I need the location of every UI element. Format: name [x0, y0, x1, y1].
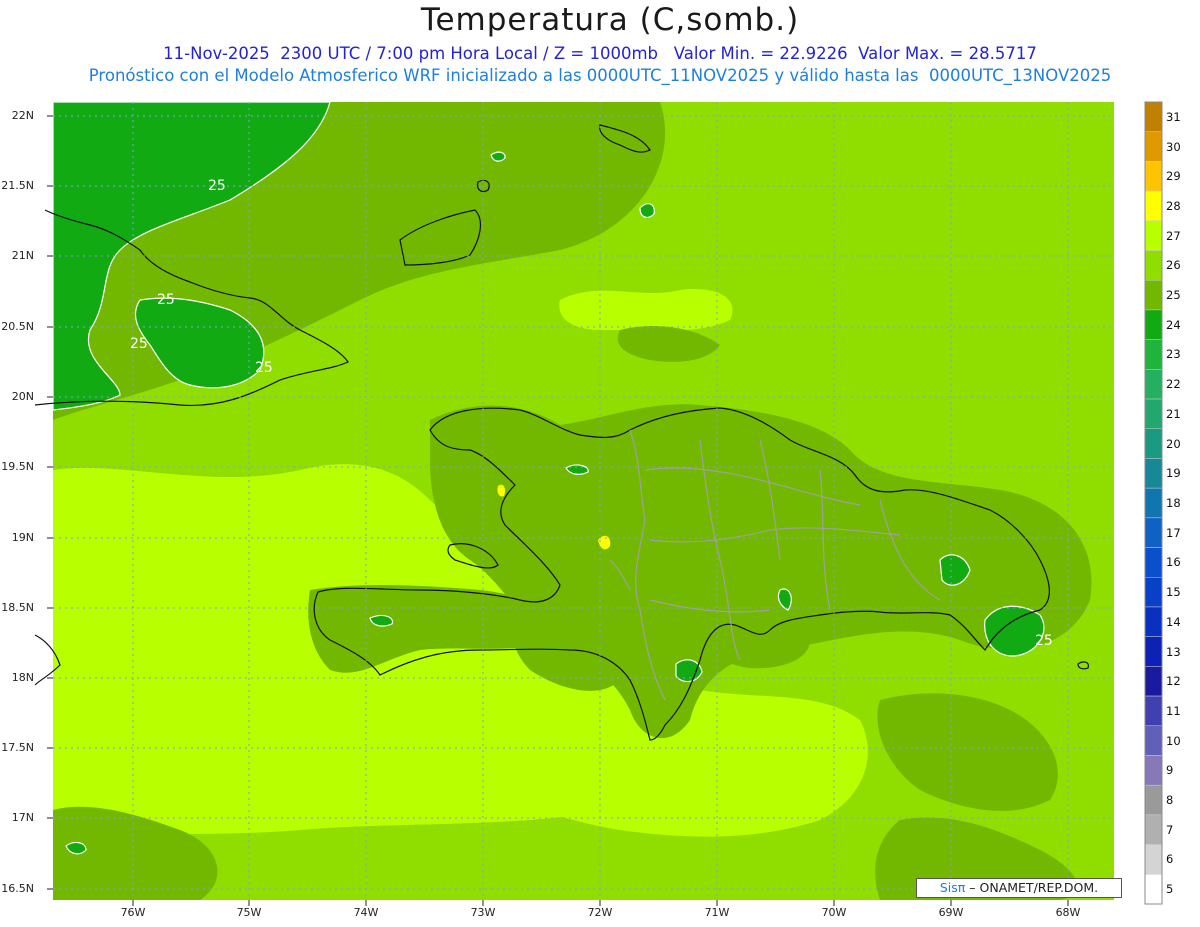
lon-label: 70W: [821, 906, 847, 919]
colorbar-level-label: 27: [1166, 228, 1181, 243]
lat-label: 20.5N: [1, 320, 34, 333]
colorbar-level-label: 10: [1166, 733, 1181, 748]
colorbar-swatch: [1144, 755, 1163, 786]
colorbar-level-label: 14: [1166, 614, 1181, 629]
colorbar-level-label: 26: [1166, 258, 1181, 273]
colorbar-swatch: [1144, 666, 1163, 697]
lon-label: 71W: [704, 906, 730, 919]
colorbar-level-label: 30: [1166, 139, 1181, 154]
colorbar-level-label: 11: [1166, 703, 1181, 718]
colorbar-swatch: [1144, 844, 1163, 875]
colorbar-swatch: [1144, 101, 1163, 132]
colorbar-swatch: [1144, 517, 1163, 548]
credit-text: – ONAMET/REP.DOM.: [969, 880, 1099, 895]
colorbar-swatch: [1144, 606, 1163, 637]
lat-label: 17.5N: [1, 741, 34, 754]
colorbar-swatch: [1144, 190, 1163, 222]
lat-label: 21N: [11, 249, 34, 262]
colorbar-swatch: [1144, 784, 1163, 816]
colorbar-level-label: 19: [1166, 466, 1181, 481]
lon-label: 68W: [1055, 906, 1081, 919]
colorbar-swatch: [1144, 874, 1163, 905]
colorbar-level-label: 7: [1166, 822, 1174, 837]
colorbar-level-label: 6: [1166, 852, 1174, 867]
credit-box: Sisπ – ONAMET/REP.DOM.: [916, 878, 1122, 898]
lon-label: 74W: [353, 906, 379, 919]
colorbar-swatch: [1144, 131, 1163, 162]
colorbar-swatch: [1144, 279, 1163, 311]
colorbar-level-label: 13: [1166, 644, 1181, 659]
lat-label: 20N: [11, 390, 34, 403]
colorbar: [1144, 101, 1163, 905]
lon-label: 72W: [587, 906, 613, 919]
colorbar-swatch: [1144, 398, 1163, 429]
lat-label: 19N: [11, 531, 34, 544]
lon-label: 75W: [236, 906, 262, 919]
colorbar-level-label: 8: [1166, 793, 1174, 808]
colorbar-level-label: 5: [1166, 882, 1174, 897]
colorbar-level-label: 15: [1166, 585, 1181, 600]
lon-label: 73W: [470, 906, 496, 919]
colorbar-level-label: 24: [1166, 317, 1181, 332]
brand-name: Sisπ: [939, 880, 966, 895]
colorbar-swatch: [1144, 458, 1163, 489]
lon-label: 76W: [120, 906, 146, 919]
colorbar-swatch: [1144, 814, 1163, 845]
lat-label: 18.5N: [1, 601, 34, 614]
colorbar-level-label: 25: [1166, 288, 1181, 303]
colorbar-level-label: 17: [1166, 525, 1181, 540]
colorbar-level-label: 18: [1166, 496, 1181, 510]
lat-label: 16.5N: [1, 882, 34, 895]
lat-label: 17N: [11, 811, 34, 824]
colorbar-swatch: [1144, 250, 1163, 281]
lat-label: 21.5N: [1, 179, 34, 192]
lat-label: 18N: [11, 671, 34, 684]
colorbar-swatch: [1144, 428, 1163, 459]
colorbar-swatch: [1144, 725, 1163, 756]
colorbar-swatch: [1144, 636, 1163, 667]
colorbar-level-label: 31: [1166, 109, 1181, 124]
contour-label: 25: [208, 178, 226, 194]
colorbar-level-label: 20: [1166, 436, 1181, 451]
contour-label: 25: [157, 292, 175, 308]
colorbar-swatch: [1144, 220, 1163, 251]
colorbar-swatch: [1144, 577, 1163, 608]
colorbar-level-label: 16: [1166, 555, 1181, 570]
colorbar-level-label: 9: [1166, 763, 1174, 778]
colorbar-level-label: 12: [1166, 674, 1181, 689]
colorbar-swatch: [1144, 487, 1163, 519]
colorbar-swatch: [1144, 695, 1163, 727]
lon-label: 69W: [938, 906, 964, 919]
colorbar-swatch: [1144, 369, 1163, 400]
contour-label: 25: [130, 336, 148, 352]
colorbar-level-label: 22: [1166, 377, 1181, 392]
lat-label: 19.5N: [1, 460, 34, 473]
colorbar-swatch: [1144, 309, 1163, 340]
temperature-map: 25 25 25 25 25: [34, 101, 1163, 906]
colorbar-level-label: 21: [1166, 406, 1181, 421]
colorbar-level-label: 29: [1166, 169, 1181, 184]
lat-label: 22N: [11, 109, 34, 122]
colorbar-swatch: [1144, 339, 1163, 370]
colorbar-level-label: 28: [1166, 198, 1181, 213]
colorbar-level-label: 23: [1166, 347, 1181, 362]
contour-label: 25: [255, 360, 273, 376]
colorbar-swatch: [1144, 547, 1163, 578]
colorbar-swatch: [1144, 161, 1163, 192]
contour-label: 25: [1035, 633, 1053, 649]
